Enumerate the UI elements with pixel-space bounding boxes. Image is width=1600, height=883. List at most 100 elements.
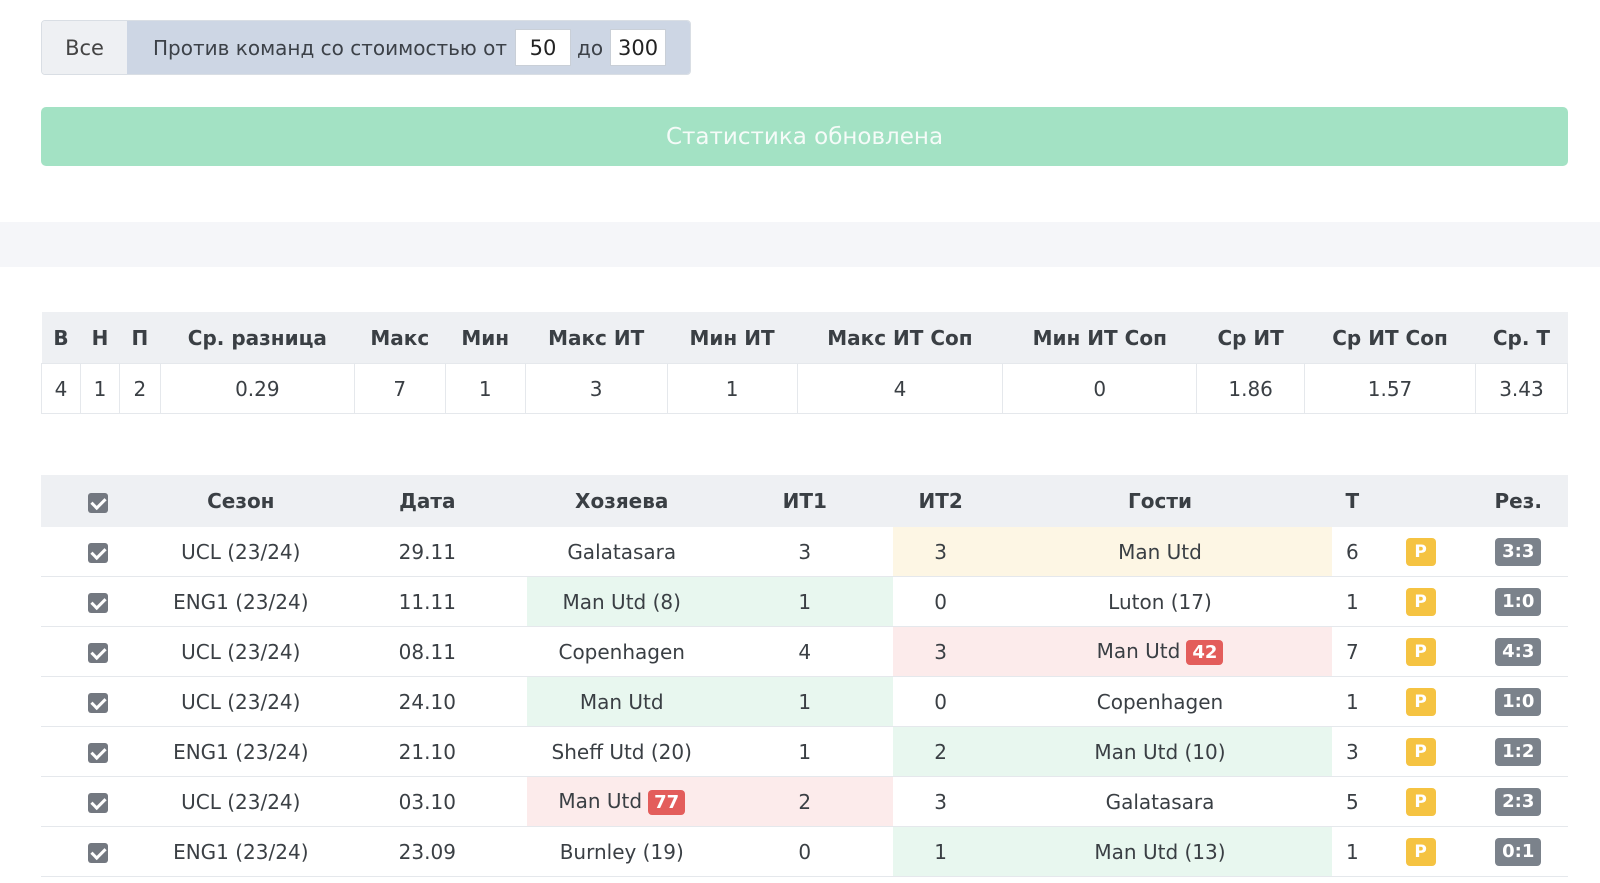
score-badge[interactable]: 1:0 — [1495, 687, 1542, 716]
score-badge[interactable]: 1:0 — [1495, 587, 1542, 616]
col-result[interactable]: Рез. — [1468, 475, 1568, 527]
p-cell: P — [1372, 576, 1469, 627]
home-team-name: Copenhagen — [558, 639, 685, 664]
season-cell: ENG1 (23/24) — [154, 726, 328, 777]
summary-header: Мин ИТ Соп — [1002, 312, 1197, 364]
filter-all-button[interactable]: Все — [42, 21, 127, 74]
col-season[interactable]: Сезон — [154, 475, 328, 527]
value-from-input[interactable] — [515, 29, 571, 66]
it2-cell: 0 — [893, 676, 988, 727]
away-team-name: Man Utd — [1118, 539, 1202, 564]
checkbox-checked-icon[interactable] — [87, 593, 108, 613]
away-team-cell: Man Utd (13) — [988, 826, 1332, 877]
away-team-name: Man Utd — [1096, 638, 1181, 663]
checkbox-checked-icon[interactable] — [87, 543, 108, 563]
table-row[interactable]: UCL (23/24) 03.10 Man Utd 77 2 3 Galatasara 5 P 2… — [41, 776, 1568, 827]
p-badge[interactable]: P — [1405, 537, 1436, 566]
score-badge[interactable]: 1:2 — [1495, 737, 1542, 766]
row-checkbox-cell[interactable] — [41, 676, 155, 727]
summary-header: Ср. Т — [1475, 312, 1568, 364]
col-it1[interactable]: ИТ1 — [716, 475, 894, 527]
checkbox-checked-icon[interactable] — [87, 492, 108, 513]
summary-header: Н — [80, 312, 120, 364]
p-badge[interactable]: P — [1405, 637, 1436, 666]
summary-value: 4 — [796, 363, 1004, 414]
summary-value: 1.57 — [1304, 363, 1476, 414]
away-team-cell: Man Utd 42 — [988, 626, 1332, 677]
value-to-input[interactable] — [610, 29, 667, 66]
home-team-name: Sheff Utd (20) — [551, 739, 692, 764]
season-cell: ENG1 (23/24) — [154, 576, 328, 627]
p-cell: P — [1372, 826, 1469, 877]
summary-value: 0.29 — [159, 363, 355, 414]
col-total[interactable]: Т — [1332, 475, 1373, 527]
home-team-cell: Man Utd 77 — [527, 776, 717, 827]
total-cell: 6 — [1332, 527, 1373, 577]
score-badge[interactable]: 3:3 — [1495, 537, 1542, 566]
p-badge[interactable]: P — [1405, 737, 1436, 766]
summary-value: 1 — [79, 363, 120, 414]
summary-table: В Н П Ср. разница Макс Мин Макс ИТ Мин ИТ Макс И… — [41, 312, 1569, 414]
home-team-name: Burnley (19) — [559, 839, 684, 864]
checkbox-checked-icon[interactable] — [87, 843, 108, 863]
score-badge[interactable]: 4:3 — [1495, 637, 1542, 666]
home-team-name: Man Utd (8) — [562, 589, 681, 614]
away-team-cell: Luton (17) — [988, 576, 1332, 627]
score-badge[interactable]: 0:1 — [1495, 837, 1542, 866]
date-cell: 11.11 — [327, 576, 528, 627]
home-team-name: Galatasara — [567, 539, 677, 564]
summary-header: Мин — [445, 312, 526, 364]
result-cell: 3:3 — [1468, 527, 1568, 577]
table-row[interactable]: ENG1 (23/24) 11.11 Man Utd (8) 1 0 Luton (17)… — [41, 576, 1568, 627]
season-cell: UCL (23/24) — [154, 776, 328, 827]
summary-header: В — [41, 312, 81, 364]
row-checkbox-cell[interactable] — [41, 626, 155, 677]
table-row[interactable]: UCL (23/24) 29.11 Galatasara 3 3 Man Utd 6 P 3:3 — [41, 527, 1568, 577]
p-badge[interactable]: P — [1405, 687, 1436, 716]
col-date[interactable]: Дата — [327, 475, 528, 527]
status-alert: Статистика обновлена — [41, 107, 1568, 166]
p-badge[interactable]: P — [1405, 787, 1436, 816]
row-checkbox-cell[interactable] — [41, 527, 155, 577]
summary-header: Макс ИТ — [525, 312, 668, 364]
row-checkbox-cell[interactable] — [41, 776, 155, 827]
col-home[interactable]: Хозяева — [527, 475, 717, 527]
range-label: Против команд со стоимостью от — [153, 35, 507, 60]
it1-cell: 1 — [716, 676, 894, 727]
summary-value: 3 — [524, 363, 668, 414]
summary-header: Ср ИТ — [1196, 312, 1305, 364]
it1-cell: 1 — [716, 576, 894, 627]
season-cell: UCL (23/24) — [154, 626, 328, 677]
select-all-checkbox-cell[interactable] — [41, 475, 155, 527]
checkbox-checked-icon[interactable] — [87, 793, 108, 813]
row-checkbox-cell[interactable] — [41, 576, 155, 627]
col-it2[interactable]: ИТ2 — [893, 475, 988, 527]
table-row[interactable]: UCL (23/24) 24.10 Man Utd 1 0 Copenhagen 1 P 1:0 — [41, 676, 1568, 727]
summary-header: Макс ИТ Соп — [797, 312, 1003, 364]
row-checkbox-cell[interactable] — [41, 726, 155, 777]
table-row[interactable]: ENG1 (23/24) 23.09 Burnley (19) 0 1 Man Utd (… — [41, 826, 1568, 877]
score-badge[interactable]: 2:3 — [1495, 787, 1542, 816]
checkbox-checked-icon[interactable] — [87, 643, 108, 663]
away-team-name: Copenhagen — [1096, 689, 1224, 714]
p-badge[interactable]: P — [1405, 837, 1436, 866]
value-filter-bar: Все Против команд со стоимостью от до — [41, 20, 692, 75]
it1-cell: 4 — [716, 626, 894, 677]
result-cell: 1:0 — [1468, 676, 1568, 727]
p-cell: P — [1372, 527, 1469, 577]
it1-cell: 0 — [716, 826, 894, 877]
away-team-cell: Man Utd (10) — [988, 726, 1332, 777]
table-row[interactable]: UCL (23/24) 08.11 Copenhagen 4 3 Man Utd 42 7 P 4… — [41, 626, 1568, 677]
filter-range-button[interactable]: Против команд со стоимостью от до — [127, 21, 691, 74]
p-cell: P — [1372, 726, 1469, 777]
total-cell: 3 — [1332, 726, 1373, 777]
p-badge[interactable]: P — [1405, 587, 1436, 616]
checkbox-checked-icon[interactable] — [87, 743, 108, 763]
it1-cell: 3 — [716, 527, 894, 577]
table-row[interactable]: ENG1 (23/24) 21.10 Sheff Utd (20) 1 2 Man Utd… — [41, 726, 1568, 777]
row-checkbox-cell[interactable] — [41, 826, 155, 877]
away-team-cell: Man Utd — [988, 527, 1332, 577]
col-away[interactable]: Гости — [988, 475, 1332, 527]
checkbox-checked-icon[interactable] — [87, 693, 108, 713]
date-cell: 24.10 — [327, 676, 528, 727]
